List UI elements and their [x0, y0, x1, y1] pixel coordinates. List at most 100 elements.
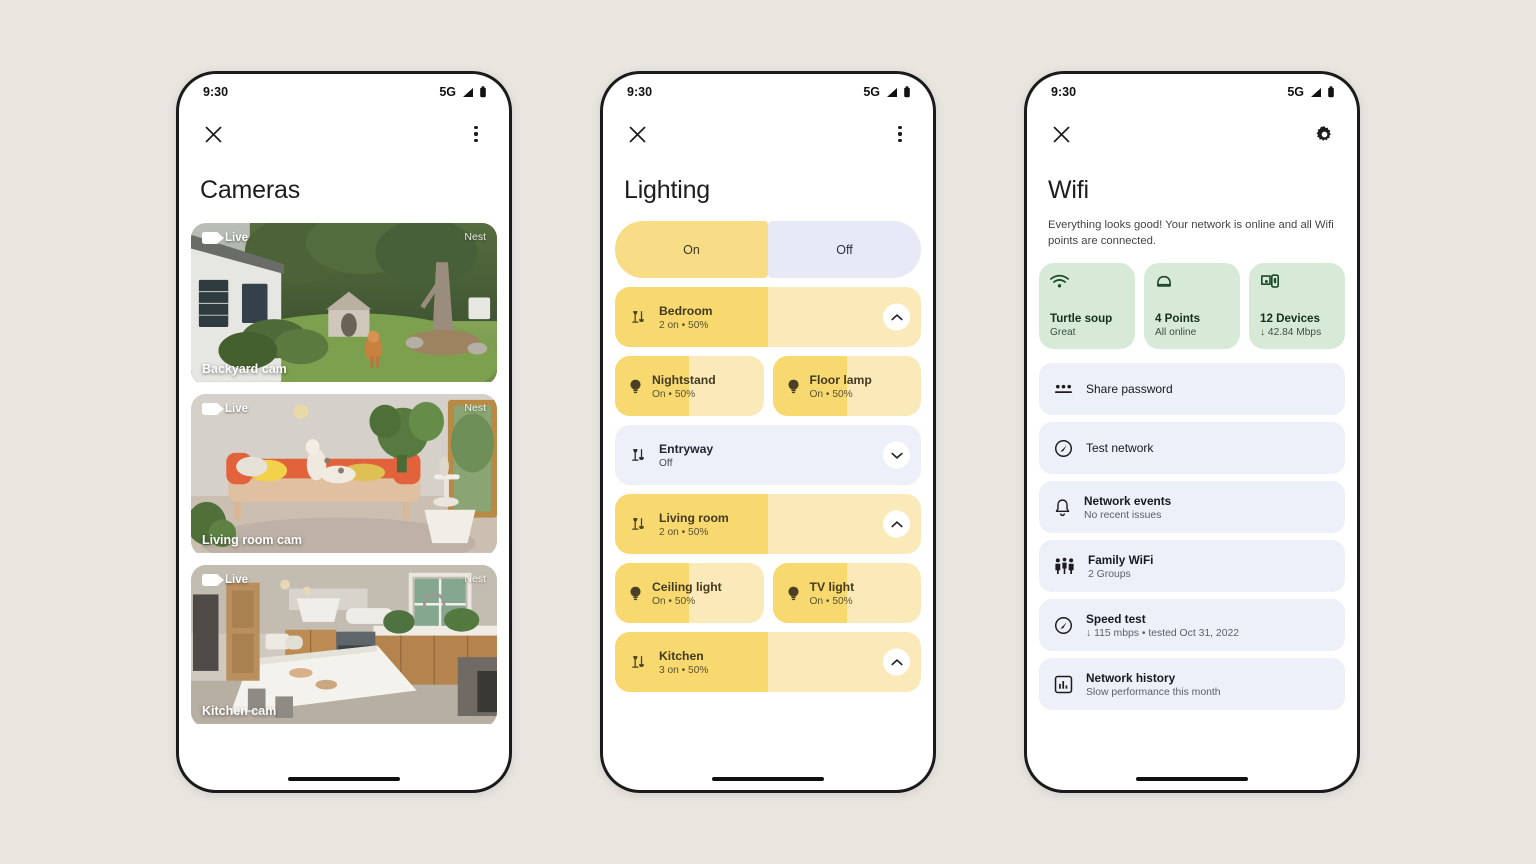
nest-watermark: Nest [464, 573, 486, 585]
light-ceiling-light[interactable]: Ceiling light On • 50% [615, 563, 764, 623]
camera-name-label: Living room cam [202, 533, 303, 547]
wifi-row-text: Network history Slow performance this mo… [1086, 671, 1221, 698]
page-title: Lighting [624, 176, 710, 204]
more-vert-icon [898, 126, 902, 142]
light-group-kitchen[interactable]: Kitchen 3 on • 50% [615, 632, 921, 692]
overflow-menu-button[interactable] [463, 121, 489, 147]
page-title: Cameras [200, 176, 301, 204]
video-camera-icon [202, 574, 224, 586]
close-icon [1053, 126, 1069, 142]
wifi-row-text: Share password [1086, 382, 1173, 396]
overflow-menu-button[interactable] [887, 121, 913, 147]
stat-title: 4 Points [1155, 312, 1201, 326]
stat-card-network[interactable]: Turtle soup Great [1039, 263, 1135, 350]
live-badge: Live [202, 403, 248, 415]
wifi-row-title: Speed test [1086, 611, 1146, 626]
stat-card-points[interactable]: 4 Points All online [1144, 263, 1240, 350]
nest-watermark: Nest [464, 231, 486, 243]
stat-title: 12 Devices [1260, 312, 1320, 326]
light-floor-lamp[interactable]: Floor lamp On • 50% [772, 356, 921, 416]
status-time: 9:30 [627, 85, 653, 99]
wifi-row-subtitle: ↓ 115 mbps • tested Oct 31, 2022 [1086, 627, 1240, 639]
signal-icon [463, 87, 473, 97]
wifi-row-title: Network history [1086, 670, 1176, 685]
battery-icon [904, 86, 910, 98]
bulb-icon [630, 586, 641, 600]
close-icon [205, 126, 221, 142]
battery-icon [1328, 86, 1334, 98]
gesture-bar[interactable] [712, 777, 824, 781]
stat-subtitle: All online [1155, 327, 1197, 339]
light-group-entryway[interactable]: Entryway Off [615, 425, 921, 485]
toggle-off-segment[interactable]: Off [768, 221, 921, 278]
phone-wifi: 9:30 5G Wifi Everything looks good! Your… [1024, 71, 1360, 793]
close-button[interactable] [200, 121, 226, 147]
light-group-living-room[interactable]: Living room 2 on • 50% [615, 494, 921, 554]
gesture-bar[interactable] [288, 777, 400, 781]
wifi-row-text: Speed test ↓ 115 mbps • tested Oct 31, 2… [1086, 612, 1239, 639]
wifi-row-subtitle: No recent issues [1084, 509, 1162, 521]
wifi-row-test-network[interactable]: Test network [1039, 422, 1345, 475]
chevron-down-icon [890, 452, 903, 459]
chevron-up-icon [890, 520, 903, 527]
camera-card-kitchen[interactable]: Live Nest Kitchen cam [191, 565, 497, 727]
stat-subtitle: ↓ 42.84 Mbps [1260, 327, 1322, 339]
status-bar: 9:30 5G [179, 74, 509, 110]
signal-icon [1311, 87, 1321, 97]
live-label: Live [225, 403, 249, 415]
wifi-row-text: Test network [1086, 441, 1153, 455]
group-name: Entryway [659, 441, 714, 456]
wifi-row-network-events[interactable]: Network events No recent issues [1039, 481, 1345, 534]
expand-button[interactable] [883, 441, 910, 469]
group-label: Entryway Off [659, 442, 713, 469]
group-label: Kitchen 3 on • 50% [659, 649, 708, 676]
group-name: Living room [659, 510, 729, 525]
light-tv-light[interactable]: TV light On • 50% [772, 563, 921, 623]
phone-lighting: 9:30 5G Lighting On Off Bedroom 2 on • 5… [600, 71, 936, 793]
group-label: Living room 2 on • 50% [659, 511, 729, 538]
settings-button[interactable] [1311, 121, 1337, 147]
live-label: Live [225, 574, 249, 586]
stat-card-devices[interactable]: 12 Devices ↓ 42.84 Mbps [1249, 263, 1345, 350]
wifi-stats-row: Turtle soup Great 4 Points All online 12… [1039, 263, 1345, 350]
power-segmented-control: On Off [615, 221, 921, 278]
light-label: TV light On • 50% [810, 580, 855, 607]
light-group-bedroom[interactable]: Bedroom 2 on • 50% [615, 287, 921, 347]
close-button[interactable] [1048, 121, 1074, 147]
speedometer-icon [1054, 616, 1073, 634]
status-indicators: 5G [439, 85, 487, 99]
group-status: Off [659, 457, 673, 469]
password-icon [1054, 384, 1073, 394]
gesture-bar[interactable] [1136, 777, 1248, 781]
light-name: Floor lamp [809, 372, 872, 387]
collapse-button[interactable] [883, 303, 910, 331]
stat-subtitle: Great [1050, 327, 1076, 339]
more-vert-icon [474, 126, 478, 142]
wifi-row-speed-test[interactable]: Speed test ↓ 115 mbps • tested Oct 31, 2… [1039, 599, 1345, 652]
wifi-row-subtitle: Slow performance this month [1086, 686, 1221, 698]
wifi-row-family-wifi[interactable]: Family WiFi 2 Groups [1039, 540, 1345, 593]
light-group-icon [632, 448, 645, 461]
toggle-on-segment[interactable]: On [615, 221, 768, 278]
network-type-label: 5G [1287, 85, 1304, 99]
camera-card-living-room[interactable]: Live Nest Living room cam [191, 394, 497, 556]
status-bar: 9:30 5G [1027, 74, 1357, 110]
light-nightstand[interactable]: Nightstand On • 50% [615, 356, 764, 416]
light-group-icon [632, 655, 645, 668]
close-button[interactable] [624, 121, 650, 147]
group-status: 2 on • 50% [659, 526, 709, 538]
cameras-body: Live Nest Backyard cam Live Nest Living … [179, 205, 509, 790]
collapse-button[interactable] [883, 510, 910, 538]
light-label: Ceiling light On • 50% [652, 580, 722, 607]
wifi-row-share-password[interactable]: Share password [1039, 363, 1345, 416]
wifi-row-network-history[interactable]: Network history Slow performance this mo… [1039, 658, 1345, 711]
screen-cameras: 9:30 5G Cameras Live Nest Backyard cam L… [179, 74, 509, 790]
network-status-description: Everything looks good! Your network is o… [1048, 219, 1334, 248]
wifi-row-title: Share password [1086, 382, 1173, 397]
camera-name-label: Kitchen cam [202, 704, 277, 718]
light-name: Ceiling light [652, 579, 722, 594]
live-badge: Live [202, 232, 248, 244]
camera-card-backyard[interactable]: Live Nest Backyard cam [191, 223, 497, 385]
collapse-button[interactable] [883, 648, 910, 676]
lighting-content: On Off Bedroom 2 on • 50% Nightstand On … [603, 205, 933, 692]
